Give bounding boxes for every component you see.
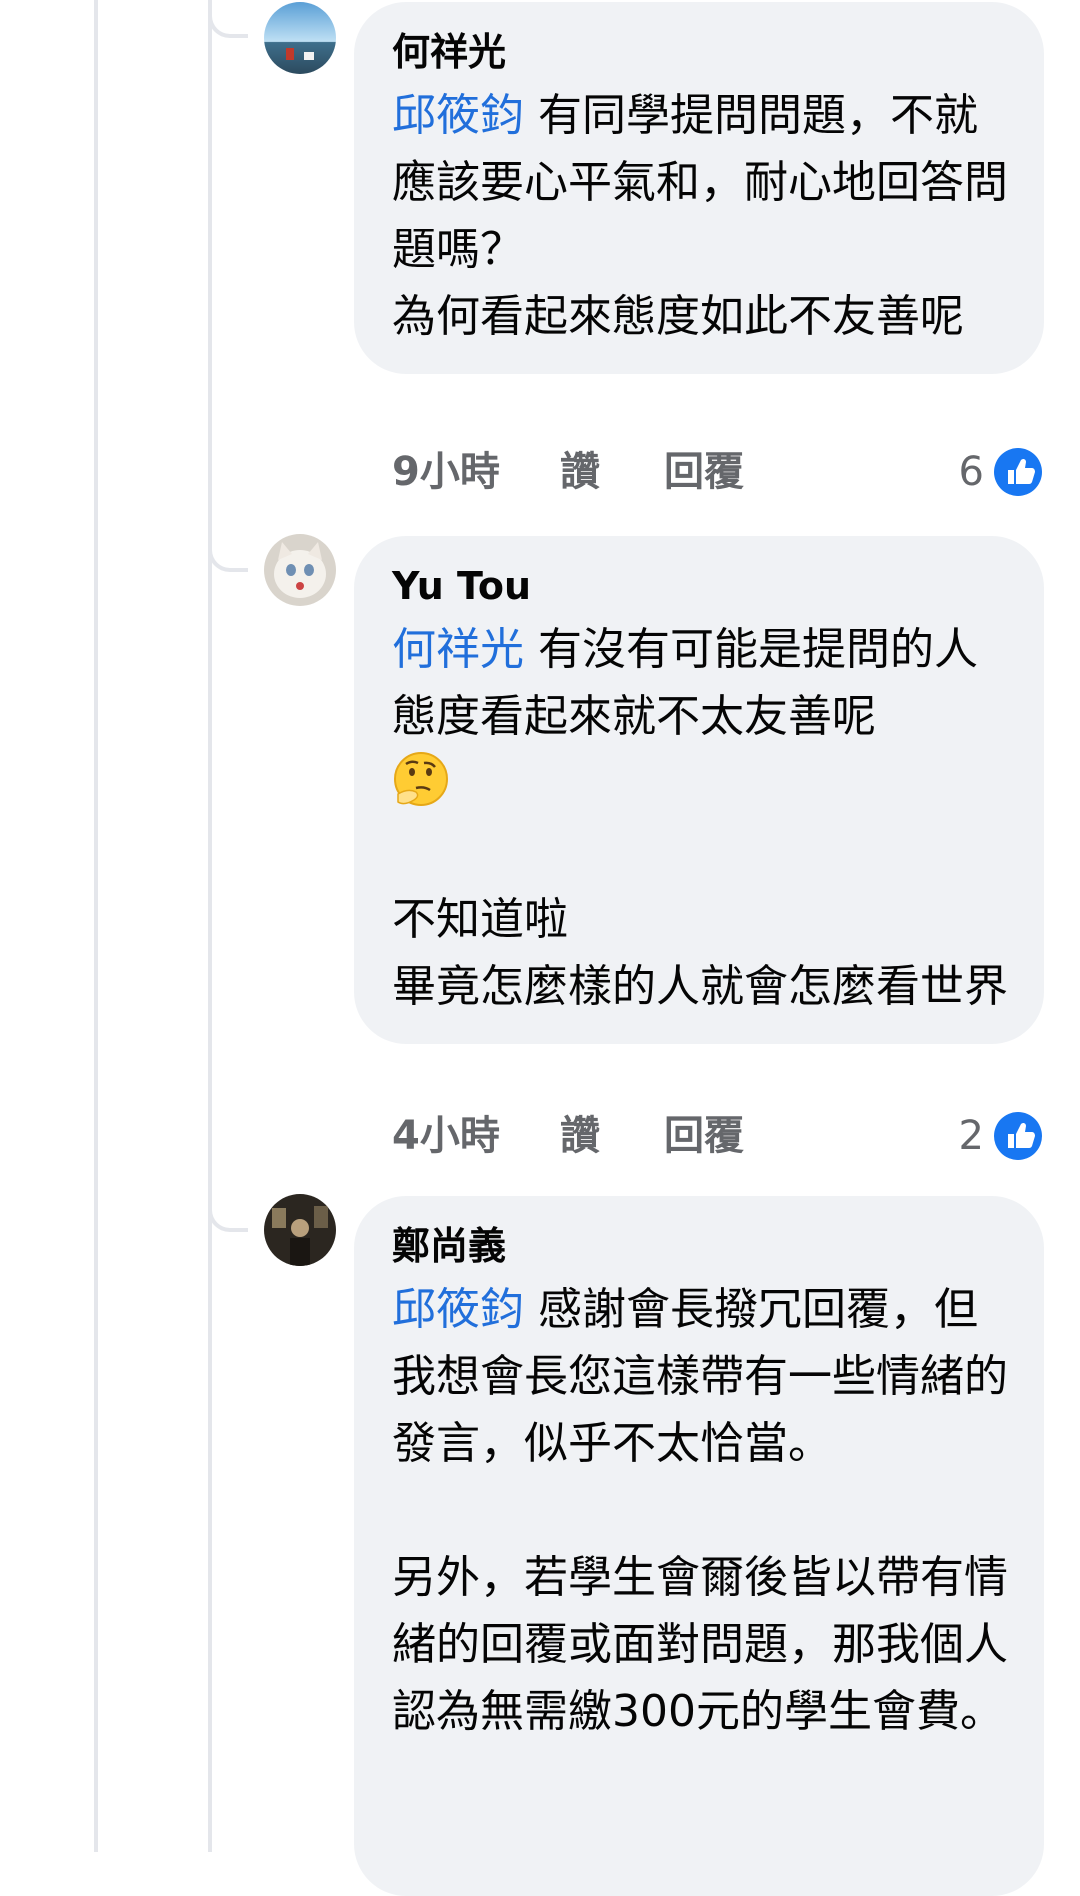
thread-branch — [208, 534, 248, 572]
reaction-count[interactable]: 2 — [959, 1106, 984, 1166]
thread-branch — [208, 0, 248, 38]
thumbs-up-icon[interactable] — [994, 1112, 1042, 1160]
comment-text: 邱筱鈞 感謝會長撥冗回覆，但我想會長您這樣帶有一些情緒的發言，似乎不太恰當。 另… — [392, 1276, 1008, 1745]
comment-author[interactable]: Yu Tou — [392, 562, 1008, 610]
comment-bubble: 何祥光 邱筱鈞 有同學提問問題，不就應該要心平氣和，耐心地回答問題嗎？ 為何看起… — [354, 2, 1044, 374]
comment-author[interactable]: 鄭尚義 — [392, 1222, 1008, 1270]
comment-author[interactable]: 何祥光 — [392, 28, 1008, 76]
comment-text: 邱筱鈞 有同學提問問題，不就應該要心平氣和，耐心地回答問題嗎？ 為何看起來態度如… — [392, 82, 1008, 350]
like-button[interactable]: 讚 — [560, 1106, 600, 1166]
avatar[interactable] — [264, 534, 336, 606]
avatar[interactable] — [264, 1194, 336, 1266]
comment-timestamp[interactable]: 4小時 — [392, 1106, 500, 1166]
thread-line-outer — [94, 0, 98, 1852]
comment-timestamp[interactable]: 9小時 — [392, 442, 500, 502]
reply-button[interactable]: 回覆 — [664, 1106, 744, 1166]
mention-link[interactable]: 邱筱鈞 — [392, 1284, 524, 1335]
mention-link[interactable]: 邱筱鈞 — [392, 90, 524, 141]
comment-body-continued: 不知道啦 畢竟怎麼樣的人就會怎麼看世界 — [392, 894, 1008, 1012]
comment-bubble: 鄭尚義 邱筱鈞 感謝會長撥冗回覆，但我想會長您這樣帶有一些情緒的發言，似乎不太恰… — [354, 1196, 1044, 1896]
mention-link[interactable]: 何祥光 — [392, 624, 524, 675]
comment-body: 感謝會長撥冗回覆，但我想會長您這樣帶有一些情緒的發言，似乎不太恰當。 另外，若學… — [392, 1284, 1008, 1737]
reaction-count[interactable]: 6 — [959, 442, 984, 502]
avatar[interactable] — [264, 2, 336, 74]
thread-branch — [208, 1194, 248, 1232]
thread-line-inner — [208, 0, 212, 1852]
thinking-face-emoji — [392, 750, 450, 808]
comment-actions: 9小時 讚 回覆 6 — [392, 442, 1042, 502]
like-button[interactable]: 讚 — [560, 442, 600, 502]
thumbs-up-icon[interactable] — [994, 448, 1042, 496]
reply-button[interactable]: 回覆 — [664, 442, 744, 502]
comment-bubble: Yu Tou 何祥光 有沒有可能是提問的人態度看起來就不太友善呢 不知道啦 畢竟… — [354, 536, 1044, 1044]
comment-actions: 4小時 讚 回覆 2 — [392, 1106, 1042, 1166]
comment-text: 何祥光 有沒有可能是提問的人態度看起來就不太友善呢 不知道啦 畢竟怎麼樣的人就會… — [392, 616, 1008, 1020]
